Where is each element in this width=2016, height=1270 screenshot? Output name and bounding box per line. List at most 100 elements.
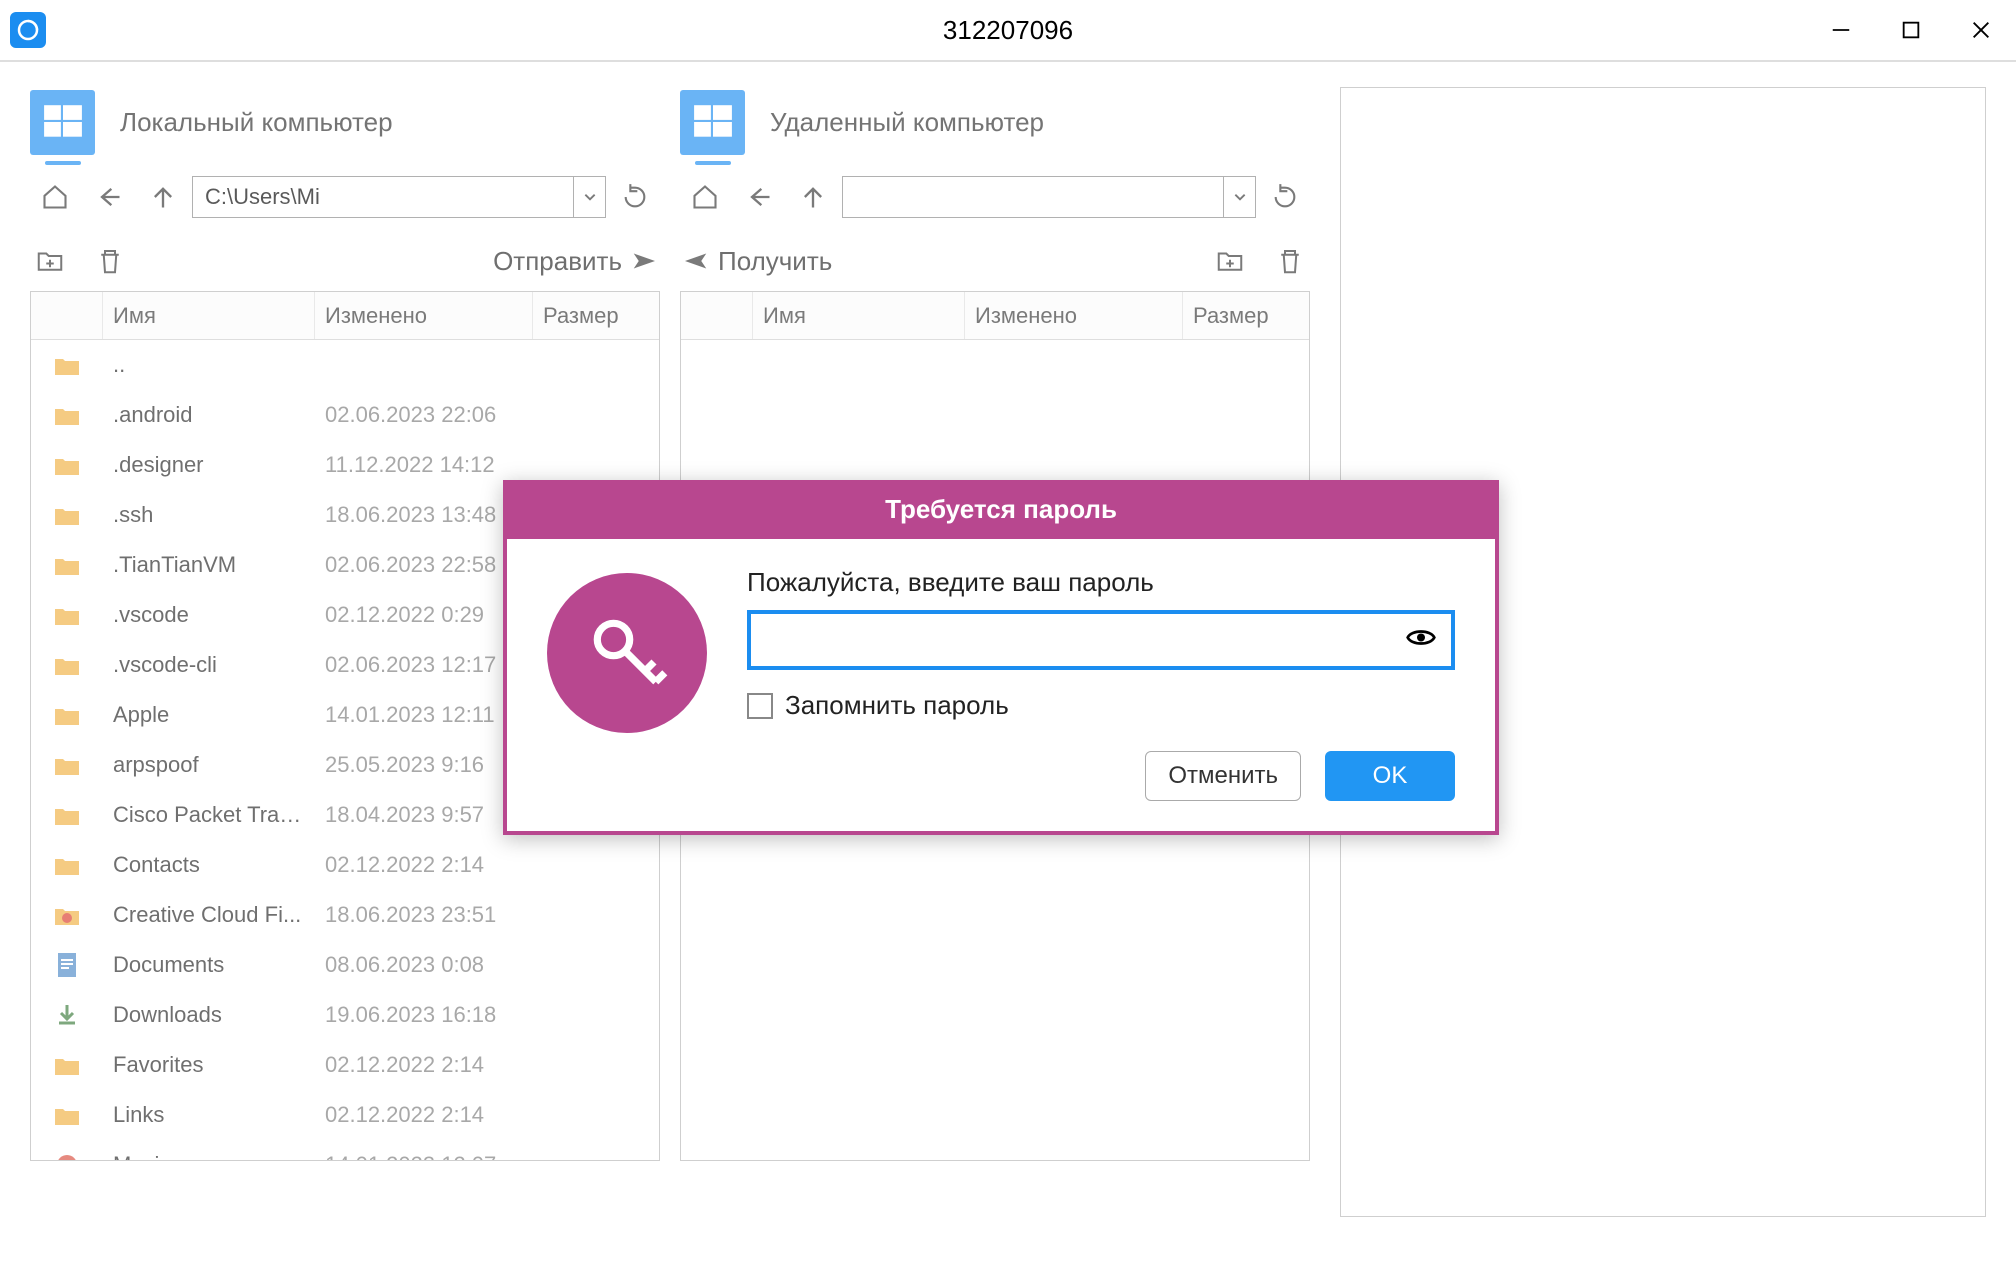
file-modified: 18.06.2023 23:51 [315, 902, 533, 928]
file-name: Downloads [103, 1002, 315, 1028]
remote-col-size[interactable]: Размер [1183, 292, 1303, 339]
remote-os-icon [680, 90, 745, 155]
remote-col-icon[interactable] [681, 292, 753, 339]
local-col-name[interactable]: Имя [103, 292, 315, 339]
local-path-dropdown[interactable] [573, 177, 605, 217]
local-home-button[interactable] [30, 172, 80, 222]
file-icon [31, 353, 103, 377]
table-row[interactable]: Contacts02.12.2022 2:14 [31, 840, 659, 890]
table-row[interactable]: .android02.06.2023 22:06 [31, 390, 659, 440]
file-icon [31, 753, 103, 777]
receive-button[interactable]: Получить [680, 246, 832, 277]
file-icon [31, 603, 103, 627]
file-icon [31, 453, 103, 477]
remote-delete-button[interactable] [1270, 241, 1310, 281]
remote-path-dropdown[interactable] [1223, 177, 1255, 217]
remote-table-header: Имя Изменено Размер [681, 292, 1309, 340]
close-button[interactable] [1961, 10, 2001, 50]
dialog-prompt: Пожалуйста, введите ваш пароль [747, 567, 1455, 598]
dialog-title: Требуется пароль [507, 484, 1495, 539]
file-name: .TianTianVM [103, 552, 315, 578]
ok-button[interactable]: OK [1325, 751, 1455, 801]
remember-password-label: Запомнить пароль [785, 690, 1009, 721]
table-row[interactable]: Music14.01.2023 12:07 [31, 1140, 659, 1160]
file-modified: 18.04.2023 9:57 [315, 802, 533, 828]
local-new-folder-button[interactable] [30, 241, 70, 281]
table-row[interactable]: .. [31, 340, 659, 390]
file-name: .. [103, 352, 315, 378]
file-modified: 19.06.2023 16:18 [315, 1002, 533, 1028]
remote-new-folder-button[interactable] [1210, 241, 1250, 281]
arrow-left-icon [680, 246, 710, 276]
local-table-header: Имя Изменено Размер [31, 292, 659, 340]
arrow-right-icon [630, 246, 660, 276]
file-icon [31, 553, 103, 577]
table-row[interactable]: Favorites02.12.2022 2:14 [31, 1040, 659, 1090]
file-name: .ssh [103, 502, 315, 528]
table-row[interactable]: Downloads19.06.2023 16:18 [31, 990, 659, 1040]
password-field-wrap [747, 610, 1455, 670]
table-row[interactable]: Creative Cloud Fi...18.06.2023 23:51 [31, 890, 659, 940]
file-icon [31, 803, 103, 827]
local-path-input[interactable] [193, 177, 573, 217]
local-path-combo[interactable] [192, 176, 606, 218]
remote-path-input[interactable] [843, 177, 1223, 217]
toggle-password-visibility-button[interactable] [1405, 622, 1437, 659]
file-icon [31, 653, 103, 677]
file-modified: 02.12.2022 2:14 [315, 1052, 533, 1078]
table-row[interactable]: Documents08.06.2023 0:08 [31, 940, 659, 990]
cancel-button[interactable]: Отменить [1145, 751, 1301, 801]
file-icon [31, 503, 103, 527]
minimize-button[interactable] [1821, 10, 1861, 50]
file-icon [31, 853, 103, 877]
file-icon [31, 403, 103, 427]
file-name: Creative Cloud Fi... [103, 902, 315, 928]
table-row[interactable]: Links02.12.2022 2:14 [31, 1090, 659, 1140]
file-icon [31, 703, 103, 727]
file-icon [31, 1151, 103, 1160]
remote-refresh-button[interactable] [1260, 172, 1310, 222]
file-modified: 02.12.2022 2:14 [315, 1102, 533, 1128]
local-up-button[interactable] [138, 172, 188, 222]
remote-col-name[interactable]: Имя [753, 292, 965, 339]
file-name: Cisco Packet Trac... [103, 802, 315, 828]
file-name: .vscode-cli [103, 652, 315, 678]
key-icon [547, 573, 707, 733]
file-name: .vscode [103, 602, 315, 628]
file-modified: 02.06.2023 22:06 [315, 402, 533, 428]
remote-up-button[interactable] [788, 172, 838, 222]
file-modified: 14.01.2023 12:11 [315, 702, 533, 728]
file-modified: 18.06.2023 13:48 [315, 502, 533, 528]
remember-password-row[interactable]: Запомнить пароль [747, 690, 1455, 721]
local-col-size[interactable]: Размер [533, 292, 653, 339]
file-modified: 02.12.2022 2:14 [315, 852, 533, 878]
maximize-button[interactable] [1891, 10, 1931, 50]
local-back-button[interactable] [84, 172, 134, 222]
file-name: .designer [103, 452, 315, 478]
remote-path-combo[interactable] [842, 176, 1256, 218]
file-modified: 02.06.2023 22:58 [315, 552, 533, 578]
file-modified: 02.06.2023 12:17 [315, 652, 533, 678]
remote-home-button[interactable] [680, 172, 730, 222]
file-icon [31, 903, 103, 927]
file-icon [31, 1001, 103, 1029]
remember-password-checkbox[interactable] [747, 693, 773, 719]
file-icon [31, 1103, 103, 1127]
file-modified: 14.01.2023 12:07 [315, 1152, 533, 1160]
file-icon [31, 1053, 103, 1077]
remote-pane-title: Удаленный компьютер [770, 107, 1044, 138]
send-label: Отправить [493, 246, 622, 277]
local-col-icon[interactable] [31, 292, 103, 339]
local-col-modified[interactable]: Изменено [315, 292, 533, 339]
remote-col-modified[interactable]: Изменено [965, 292, 1183, 339]
local-os-icon [30, 90, 95, 155]
file-name: .android [103, 402, 315, 428]
local-delete-button[interactable] [90, 241, 130, 281]
password-input[interactable] [763, 626, 1391, 654]
file-name: Music [103, 1152, 315, 1160]
remote-back-button[interactable] [734, 172, 784, 222]
file-name: Favorites [103, 1052, 315, 1078]
local-refresh-button[interactable] [610, 172, 660, 222]
send-button[interactable]: Отправить [493, 246, 660, 277]
file-name: Contacts [103, 852, 315, 878]
